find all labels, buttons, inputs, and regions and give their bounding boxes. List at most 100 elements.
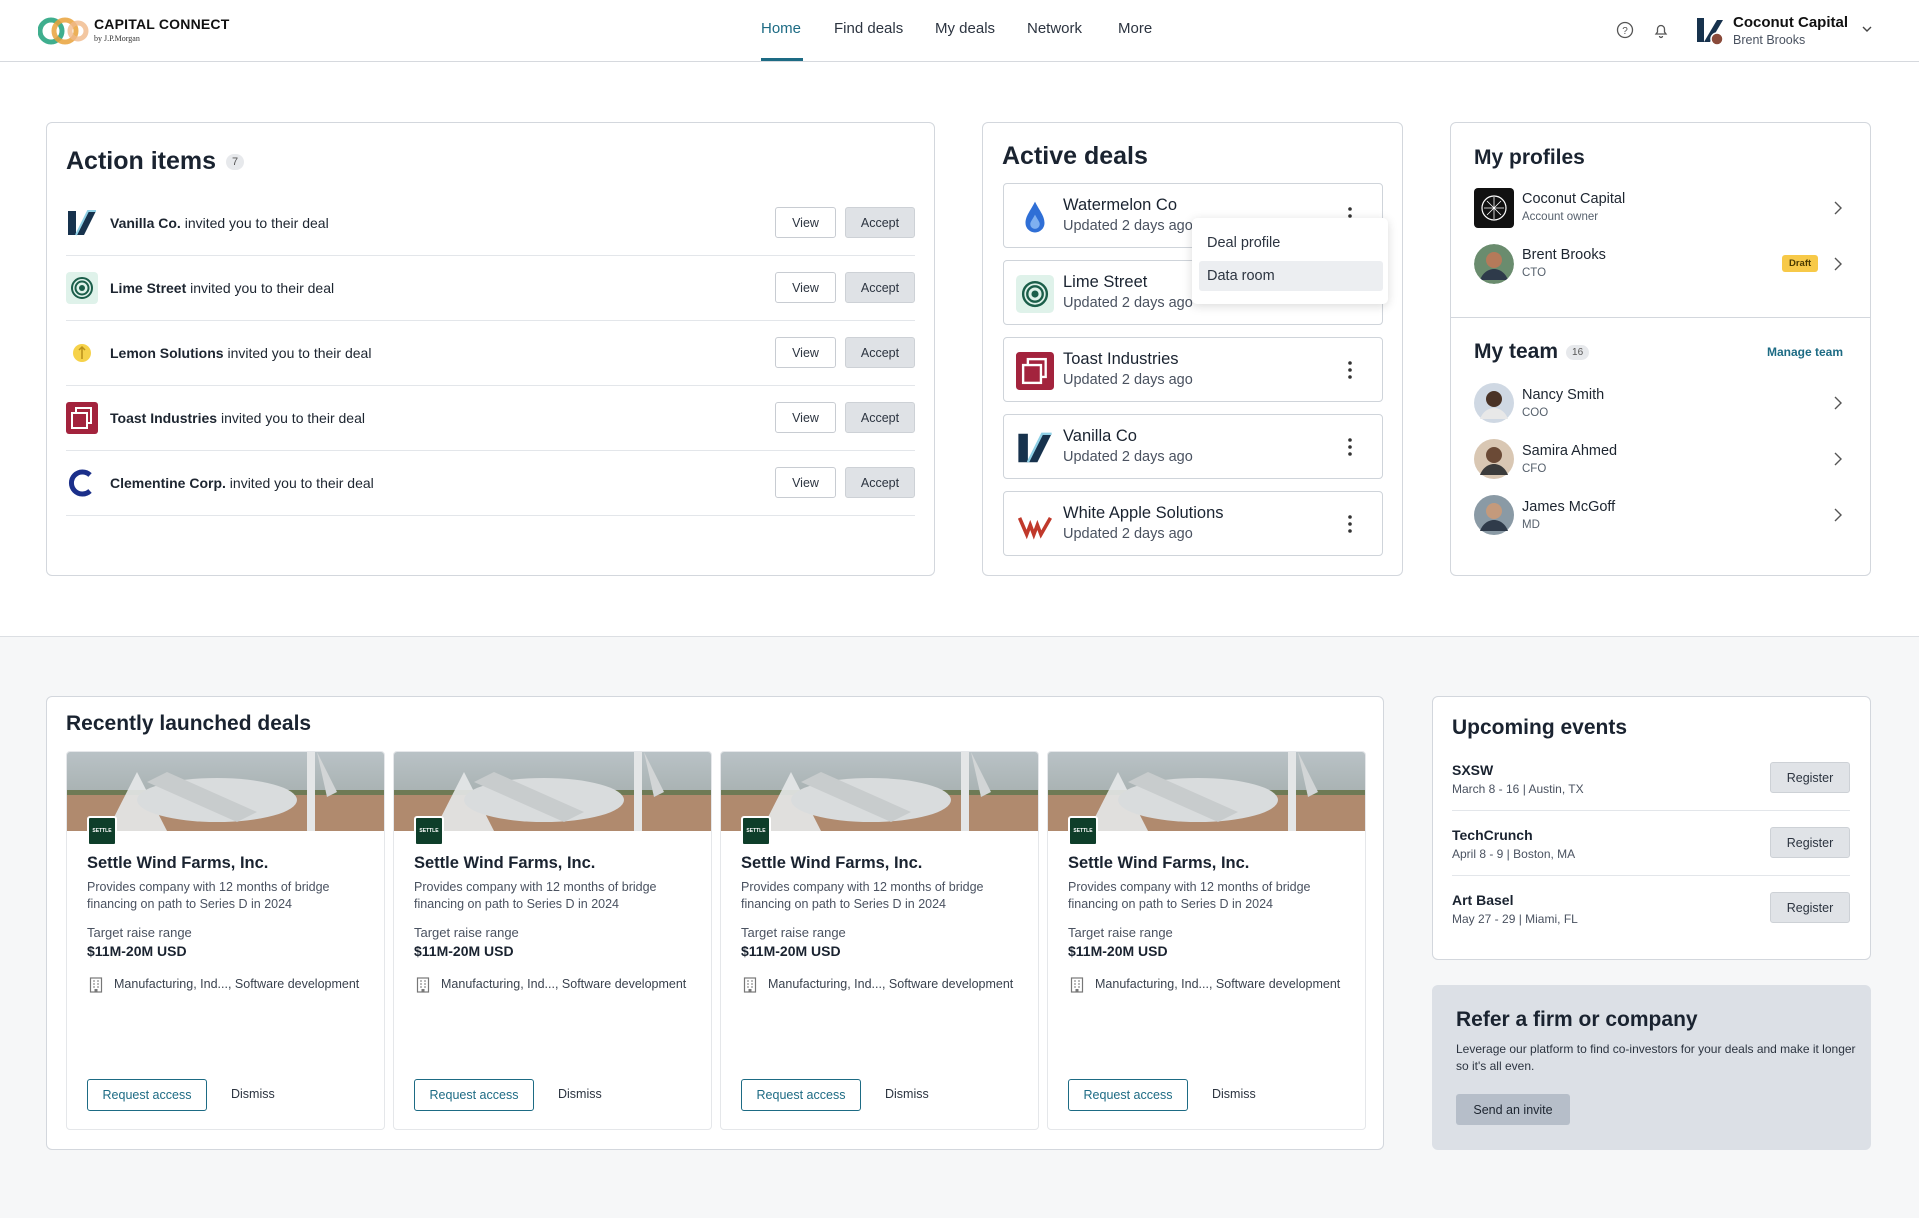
deal-card-name: Settle Wind Farms, Inc. [1068, 854, 1250, 872]
action-item-text: Clementine Corp. invited you to their de… [110, 475, 374, 491]
chevron-right-icon[interactable] [1833, 256, 1843, 272]
send-invite-button[interactable]: Send an invite [1456, 1094, 1570, 1125]
register-button[interactable]: Register [1770, 827, 1850, 858]
divider [66, 255, 915, 256]
accept-button[interactable]: Accept [845, 272, 915, 303]
chevron-right-icon[interactable] [1833, 451, 1843, 467]
dismiss-button[interactable]: Dismiss [885, 1087, 929, 1101]
view-button[interactable]: View [775, 207, 836, 238]
view-button[interactable]: View [775, 467, 836, 498]
manage-team-link[interactable]: Manage team [1767, 345, 1843, 359]
view-button[interactable]: View [775, 337, 836, 368]
profile-role: Account owner [1522, 211, 1599, 223]
divider [1452, 875, 1850, 876]
chevron-right-icon[interactable] [1833, 395, 1843, 411]
nav-more[interactable]: More [1118, 20, 1152, 37]
deal-updated: Updated 2 days ago [1063, 372, 1193, 388]
raise-value: $11M-20M USD [414, 943, 514, 959]
team-member-name[interactable]: Samira Ahmed [1522, 443, 1617, 459]
dismiss-button[interactable]: Dismiss [558, 1087, 602, 1101]
brand-subtitle: by J.P.Morgan [94, 34, 140, 43]
profile-name[interactable]: Coconut Capital [1522, 191, 1625, 207]
profile-name[interactable]: Brent Brooks [1522, 247, 1606, 263]
deal-industries: Manufacturing, Ind..., Software developm… [768, 977, 1014, 991]
active-deal-card[interactable]: Toast Industries Updated 2 days ago [1003, 337, 1383, 402]
request-access-button[interactable]: Request access [414, 1079, 534, 1111]
request-access-button[interactable]: Request access [87, 1079, 207, 1111]
accept-button[interactable]: Accept [845, 467, 915, 498]
view-button[interactable]: View [775, 402, 836, 433]
register-button[interactable]: Register [1770, 892, 1850, 923]
accept-button[interactable]: Accept [845, 337, 915, 368]
building-icon [416, 977, 430, 993]
team-member-name[interactable]: James McGoff [1522, 499, 1615, 515]
event-name: Art Basel [1452, 892, 1514, 908]
settle-logo-icon: SETTLE [1068, 816, 1098, 846]
deal-industries: Manufacturing, Ind..., Software developm… [1095, 977, 1341, 991]
chevron-right-icon[interactable] [1833, 200, 1843, 216]
event-name: SXSW [1452, 762, 1494, 778]
nav-network[interactable]: Network [1027, 20, 1082, 37]
team-member-avatar [1474, 495, 1514, 535]
lemon-solutions-logo-icon [66, 337, 98, 369]
team-member-role: COO [1522, 407, 1549, 419]
chevron-down-icon[interactable] [1860, 22, 1874, 36]
menu-item-data-room[interactable]: Data room [1199, 261, 1383, 291]
lime-street-logo-icon [66, 272, 98, 304]
deal-updated: Updated 2 days ago [1063, 526, 1193, 542]
action-item-message: invited you to their deal [217, 410, 365, 426]
bell-icon[interactable] [1652, 21, 1670, 39]
request-access-button[interactable]: Request access [1068, 1079, 1188, 1111]
raise-label: Target raise range [741, 925, 846, 940]
recent-deal-card[interactable]: SETTLE Settle Wind Farms, Inc. Provides co… [1047, 751, 1366, 1130]
menu-item-deal-profile[interactable]: Deal profile [1199, 228, 1383, 258]
more-options-icon[interactable] [1348, 514, 1352, 534]
request-access-button[interactable]: Request access [741, 1079, 861, 1111]
more-options-icon[interactable] [1348, 360, 1352, 380]
settle-logo-icon: SETTLE [87, 816, 117, 846]
action-item-company: Toast Industries [110, 410, 218, 426]
nav-my-deals[interactable]: My deals [935, 20, 995, 37]
action-item-text: Vanilla Co. invited you to their deal [110, 215, 329, 231]
recent-deal-card[interactable]: SETTLE Settle Wind Farms, Inc. Provides co… [720, 751, 1039, 1130]
brand-title: CAPITAL CONNECT [94, 16, 230, 32]
my-team-header: My team 16 [1474, 340, 1590, 364]
draft-badge: Draft [1782, 255, 1819, 272]
team-member-role: CFO [1522, 463, 1547, 475]
divider [66, 385, 915, 386]
accept-button[interactable]: Accept [845, 207, 915, 238]
active-deal-card[interactable]: Vanilla Co Updated 2 days ago [1003, 414, 1383, 479]
deal-card-description: Provides company with 12 months of bridg… [87, 880, 330, 911]
raise-label: Target raise range [414, 925, 519, 940]
deal-name: Lime Street [1063, 273, 1148, 291]
help-icon[interactable]: ? [1616, 21, 1634, 39]
refer-title: Refer a firm or company [1456, 1008, 1698, 1031]
chevron-right-icon[interactable] [1833, 507, 1843, 523]
svg-text:?: ? [1622, 26, 1628, 37]
event-date: March 8 - 16 | Austin, TX [1452, 782, 1584, 796]
register-button[interactable]: Register [1770, 762, 1850, 793]
deal-updated: Updated 2 days ago [1063, 449, 1193, 465]
dismiss-button[interactable]: Dismiss [231, 1087, 275, 1101]
deal-card-name: Settle Wind Farms, Inc. [414, 854, 596, 872]
account-name[interactable]: Coconut Capital [1733, 14, 1848, 31]
account-logo-icon[interactable] [1697, 18, 1723, 46]
dismiss-button[interactable]: Dismiss [1212, 1087, 1256, 1101]
divider [66, 450, 915, 451]
recent-deal-card[interactable]: SETTLE Settle Wind Farms, Inc. Provides co… [393, 751, 712, 1130]
more-options-icon[interactable] [1348, 437, 1352, 457]
building-icon [1070, 977, 1084, 993]
coconut-capital-logo-icon [1474, 188, 1514, 228]
recent-deal-card[interactable]: SETTLE Settle Wind Farms, Inc. Provides co… [66, 751, 385, 1130]
active-deal-card[interactable]: White Apple Solutions Updated 2 days ago [1003, 491, 1383, 556]
nav-home[interactable]: Home [761, 20, 801, 37]
capital-connect-logo-icon [38, 17, 89, 45]
deal-card-description: Provides company with 12 months of bridg… [414, 880, 657, 911]
raise-label: Target raise range [1068, 925, 1173, 940]
accept-button[interactable]: Accept [845, 402, 915, 433]
team-member-name[interactable]: Nancy Smith [1522, 387, 1604, 403]
view-button[interactable]: View [775, 272, 836, 303]
event-name: TechCrunch [1452, 827, 1533, 843]
nav-find-deals[interactable]: Find deals [834, 20, 903, 37]
vanilla-co-logo-icon [1016, 429, 1054, 467]
